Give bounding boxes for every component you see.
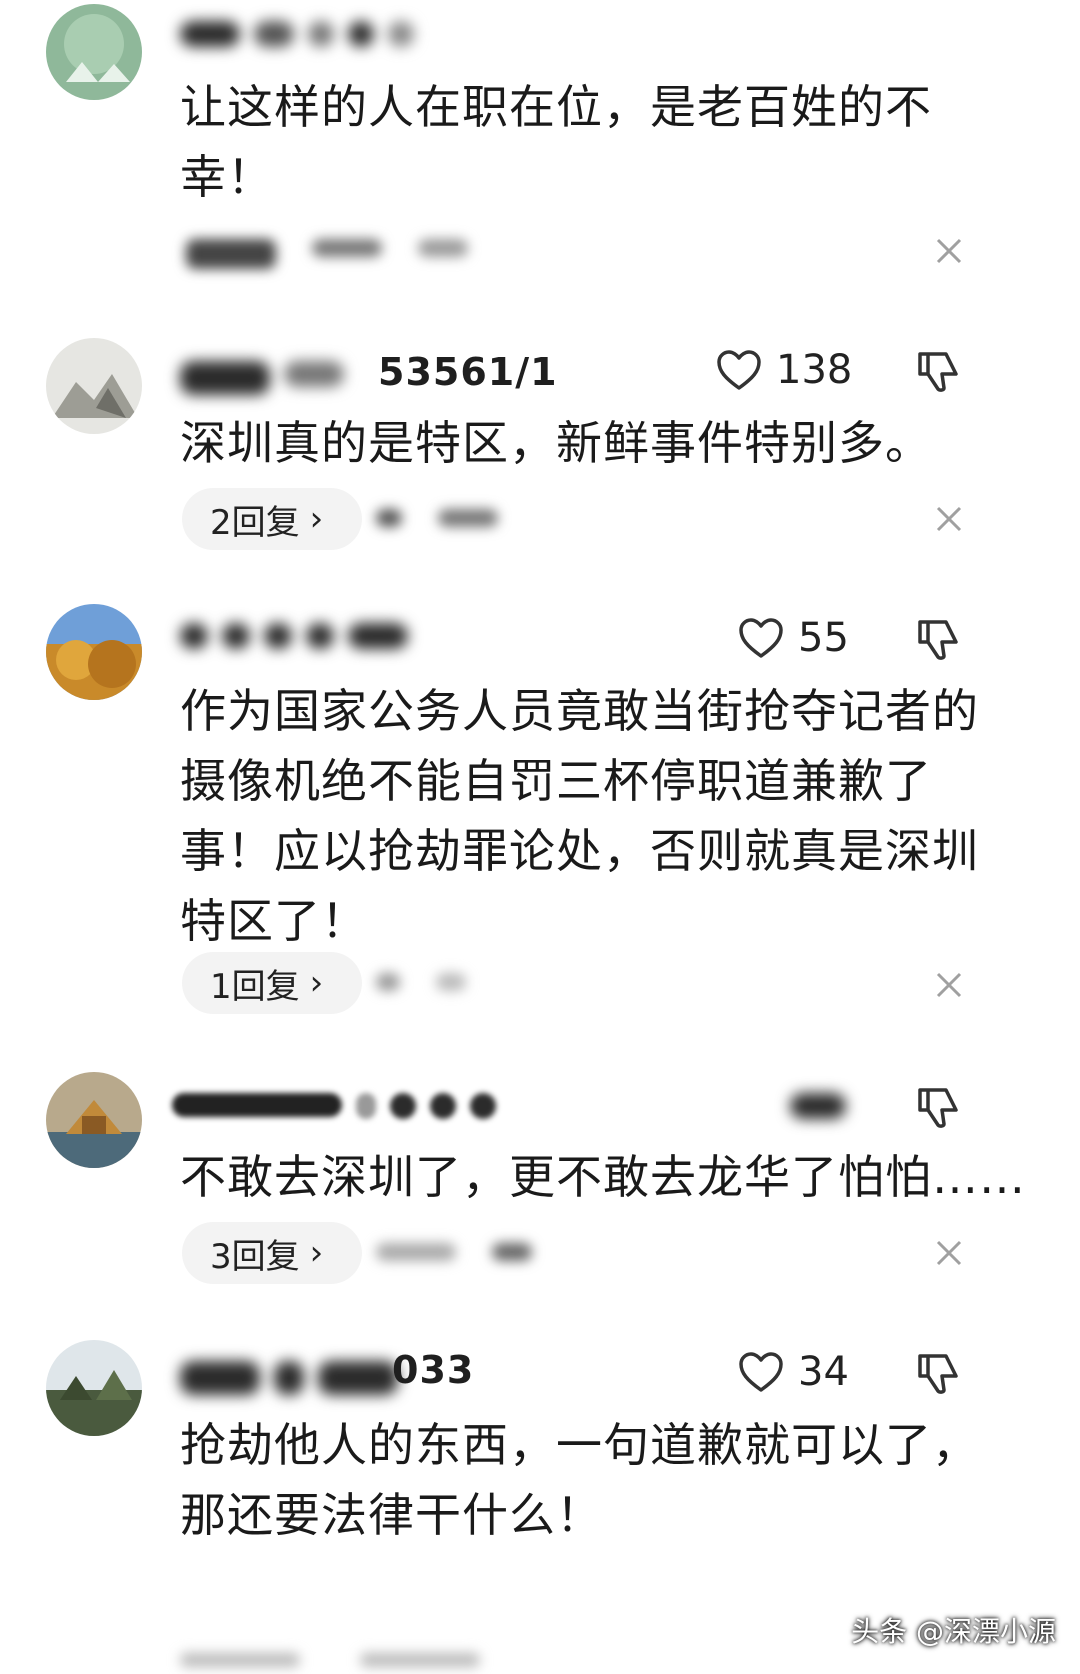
comment-text: 抢劫他人的东西，一句道歉就可以了，那还要法律干什么！ (180, 1418, 979, 1542)
like-button[interactable]: 138 (716, 342, 852, 398)
reply-count: 3回复 (210, 1236, 300, 1277)
close-icon[interactable] (934, 236, 964, 266)
comment-text: 不敢去深圳了，更不敢去龙华了怕怕…… (180, 1150, 1026, 1204)
watermark: 头条 @深漂小源 (851, 1615, 1056, 1648)
username-blurred[interactable] (172, 1082, 510, 1130)
reply-count: 1回复 (210, 966, 300, 1007)
username-blurred[interactable] (180, 350, 358, 398)
reply-button[interactable]: 1回复 › (182, 952, 362, 1014)
comment-text: 深圳真的是特区，新鲜事件特别多。 (180, 416, 932, 470)
thumbs-down-outline-icon[interactable] (916, 348, 962, 394)
username-suffix[interactable]: 033 (392, 1346, 474, 1394)
thumbs-down-outline-icon[interactable] (916, 1350, 962, 1396)
avatar[interactable] (46, 1340, 142, 1436)
comment-meta-blurred (376, 498, 576, 538)
comment-meta-blurred (180, 1652, 580, 1674)
username-blurred[interactable] (180, 1350, 412, 1398)
avatar[interactable] (46, 338, 142, 434)
close-icon[interactable] (934, 1238, 964, 1268)
chevron-right-icon: › (309, 1233, 324, 1273)
close-icon[interactable] (934, 504, 964, 534)
avatar[interactable] (46, 1072, 142, 1168)
avatar[interactable] (46, 604, 142, 700)
heart-outline-icon (739, 618, 783, 658)
reply-button[interactable]: 2回复 › (182, 488, 362, 550)
reply-count: 2回复 (210, 502, 300, 543)
blurred-like-count (790, 1082, 860, 1130)
close-icon[interactable] (934, 970, 964, 1000)
username-suffix[interactable]: 53561/1 (378, 348, 558, 396)
like-button[interactable]: 55 (738, 610, 849, 666)
reply-button[interactable]: 3回复 › (182, 1222, 362, 1284)
like-count: 34 (798, 1349, 849, 1395)
chevron-right-icon: › (309, 499, 324, 539)
comment-meta-blurred (376, 1232, 616, 1272)
heart-outline-icon (739, 1352, 783, 1392)
like-button[interactable]: 34 (738, 1344, 849, 1400)
chevron-right-icon: › (309, 963, 324, 1003)
avatar[interactable] (46, 4, 142, 100)
username-blurred[interactable] (180, 10, 428, 58)
username-blurred[interactable] (180, 612, 422, 660)
comment-text: 让这样的人在职在位，是老百姓的不幸！ (180, 80, 932, 204)
like-count: 55 (798, 615, 849, 661)
comment-meta-blurred (186, 228, 566, 269)
thumbs-down-outline-icon[interactable] (916, 616, 962, 662)
heart-outline-icon (717, 350, 761, 390)
like-count: 138 (776, 347, 853, 393)
thumbs-down-outline-icon[interactable] (916, 1084, 962, 1130)
comment-meta-blurred (376, 962, 536, 1002)
comment-text: 作为国家公务人员竟敢当街抢夺记者的摄像机绝不能自罚三杯停职道兼歉了事！应以抢劫罪… (180, 684, 979, 948)
